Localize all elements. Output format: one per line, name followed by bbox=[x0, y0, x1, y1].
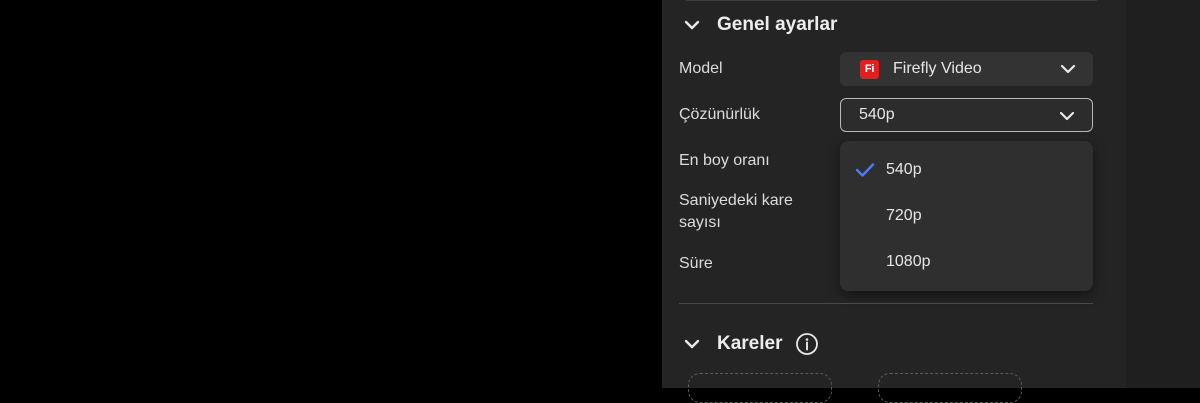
video-preview-area bbox=[0, 0, 662, 388]
model-select[interactable]: Fi Firefly Video bbox=[840, 52, 1093, 86]
resolution-option-720p[interactable]: 720p bbox=[840, 196, 1093, 236]
checkmark-icon bbox=[855, 163, 875, 177]
duration-label: Süre bbox=[679, 255, 713, 272]
right-side-rail bbox=[1126, 0, 1200, 388]
frames-header[interactable]: Kareler bbox=[683, 332, 819, 356]
last-frame-slot[interactable] bbox=[878, 373, 1022, 403]
frame-rate-label: Saniyedeki kare sayısı bbox=[679, 192, 793, 231]
chevron-down-icon bbox=[1060, 64, 1076, 74]
resolution-label: Çözünürlük bbox=[679, 106, 760, 123]
chevron-down-icon bbox=[684, 20, 700, 30]
resolution-dropdown-menu: 540p 720p 1080p bbox=[840, 141, 1093, 291]
chevron-down-icon bbox=[684, 339, 700, 349]
general-settings-title: Genel ayarlar bbox=[717, 14, 838, 35]
frames-title: Kareler bbox=[717, 333, 783, 354]
resolution-option-label: 720p bbox=[886, 207, 922, 224]
info-icon[interactable] bbox=[795, 332, 819, 356]
resolution-select[interactable]: 540p bbox=[840, 98, 1093, 132]
model-select-value: Firefly Video bbox=[893, 60, 982, 77]
first-frame-slot[interactable] bbox=[688, 373, 832, 403]
model-label: Model bbox=[679, 60, 723, 77]
section-divider bbox=[679, 303, 1093, 304]
resolution-option-1080p[interactable]: 1080p bbox=[840, 242, 1093, 282]
resolution-select-value: 540p bbox=[859, 106, 895, 123]
aspect-ratio-label: En boy oranı bbox=[679, 152, 770, 169]
resolution-option-label: 1080p bbox=[886, 253, 931, 270]
general-settings-header[interactable]: Genel ayarlar bbox=[683, 14, 837, 36]
top-divider bbox=[686, 0, 1097, 1]
chevron-down-icon bbox=[1059, 111, 1075, 121]
firefly-logo-icon: Fi bbox=[860, 59, 879, 79]
resolution-option-label: 540p bbox=[886, 161, 922, 178]
resolution-option-540p[interactable]: 540p bbox=[840, 150, 1093, 190]
